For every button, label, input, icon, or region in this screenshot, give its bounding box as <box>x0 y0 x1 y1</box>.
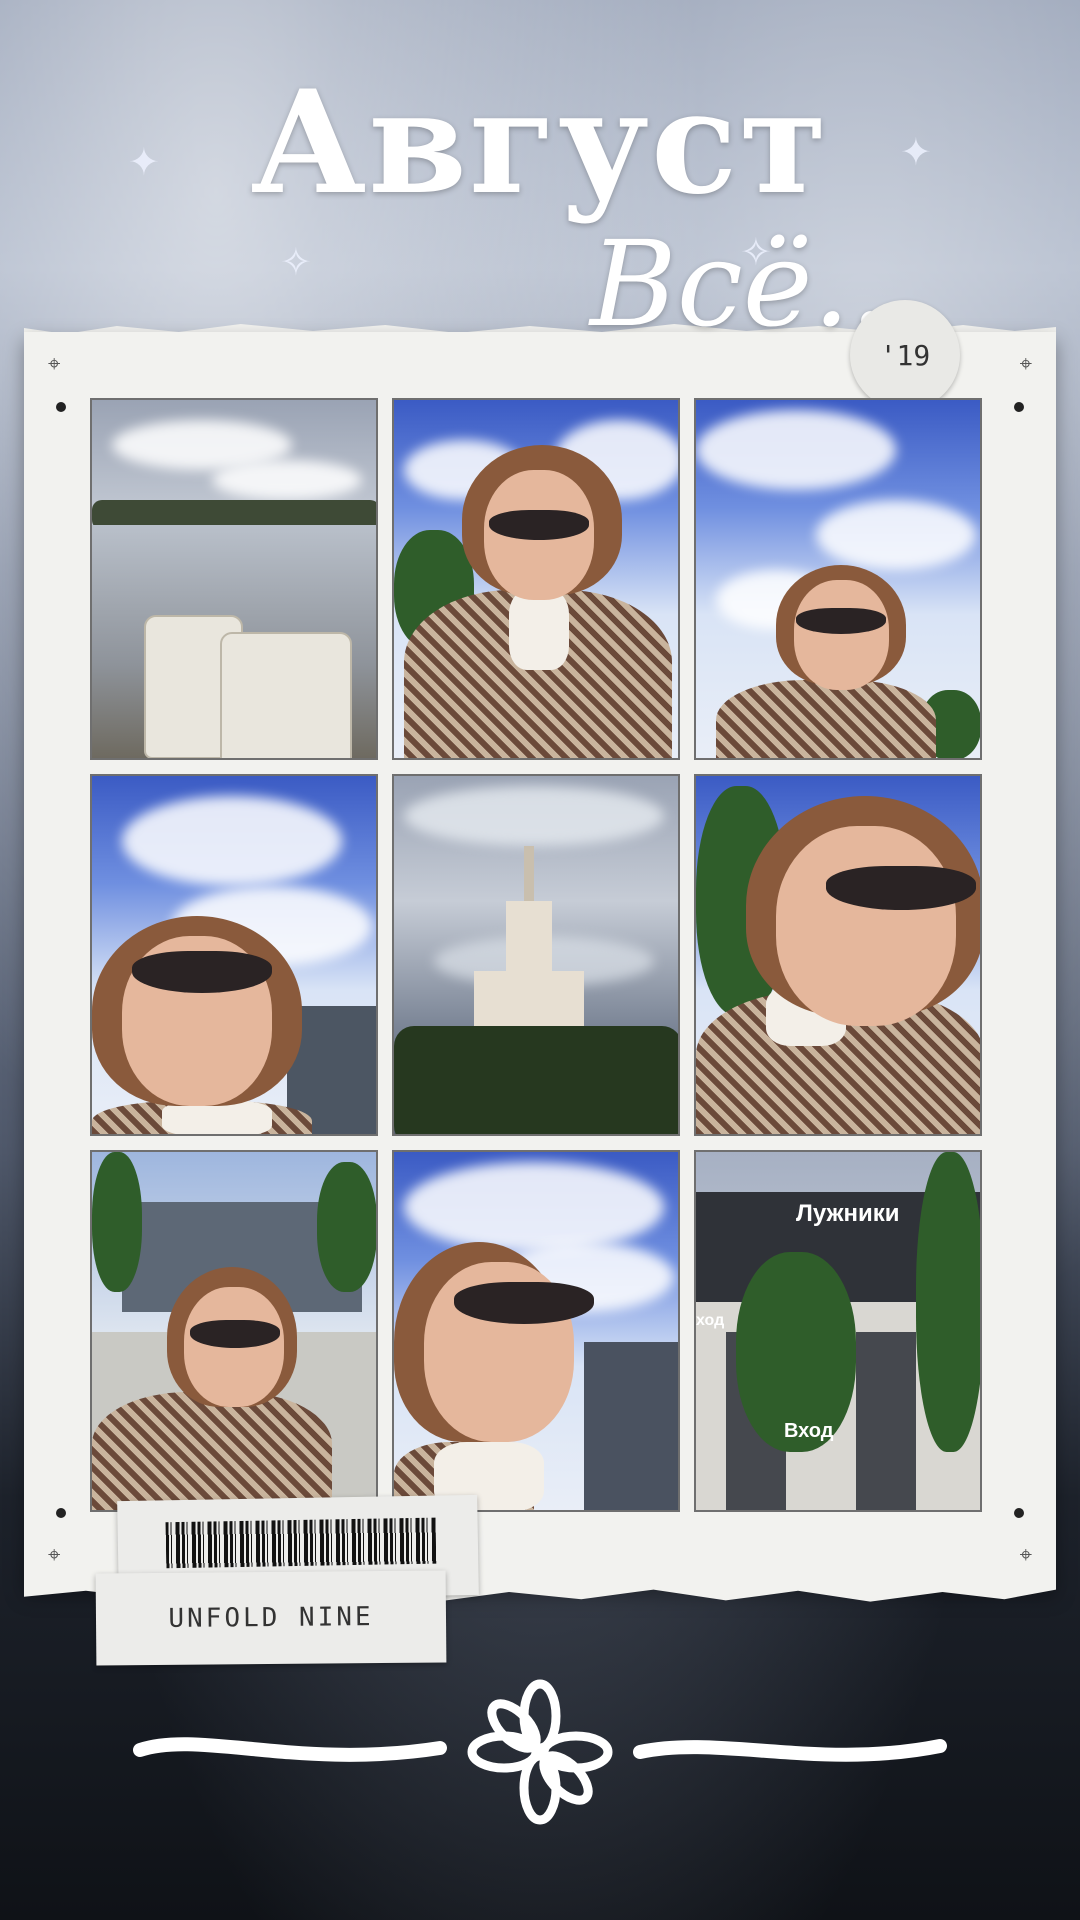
photo-luzhniki[interactable]: Лужники Вход ход <box>694 1150 982 1512</box>
barcode <box>165 1517 437 1569</box>
photo-selfie-5[interactable] <box>90 1150 378 1512</box>
photo-grid: Лужники Вход ход <box>90 398 990 1516</box>
photo-selfie-3[interactable] <box>90 774 378 1136</box>
sparkle-icon: ✧ <box>280 240 312 284</box>
pin-dot <box>56 1508 66 1518</box>
luzhniki-sign: Лужники <box>796 1200 900 1227</box>
entrance-sign: Вход <box>784 1420 834 1442</box>
photo-tower[interactable] <box>392 774 680 1136</box>
crosshair-icon: ⌖ <box>1019 1543 1032 1568</box>
photo-selfie-2[interactable] <box>694 398 982 760</box>
crosshair-icon: ⌖ <box>1019 352 1032 377</box>
exit-sign-fragment: ход <box>696 1312 725 1329</box>
crosshair-icon: ⌖ <box>48 1543 61 1568</box>
photo-selfie-4[interactable] <box>694 774 982 1136</box>
unfold-nine-label: UNFOLD NINE <box>95 1570 447 1666</box>
photo-selfie-6[interactable] <box>392 1150 680 1512</box>
crosshair-icon: ⌖ <box>48 352 61 377</box>
story-title: Август <box>250 60 830 226</box>
photo-selfie-1[interactable] <box>392 398 680 760</box>
pin-dot <box>1014 402 1024 412</box>
pin-dot <box>56 402 66 412</box>
photo-fountain-coffee[interactable] <box>90 398 378 760</box>
year-badge: '19 <box>850 300 960 410</box>
pin-dot <box>1014 1508 1024 1518</box>
flower-doodle-icon <box>133 1679 947 1825</box>
